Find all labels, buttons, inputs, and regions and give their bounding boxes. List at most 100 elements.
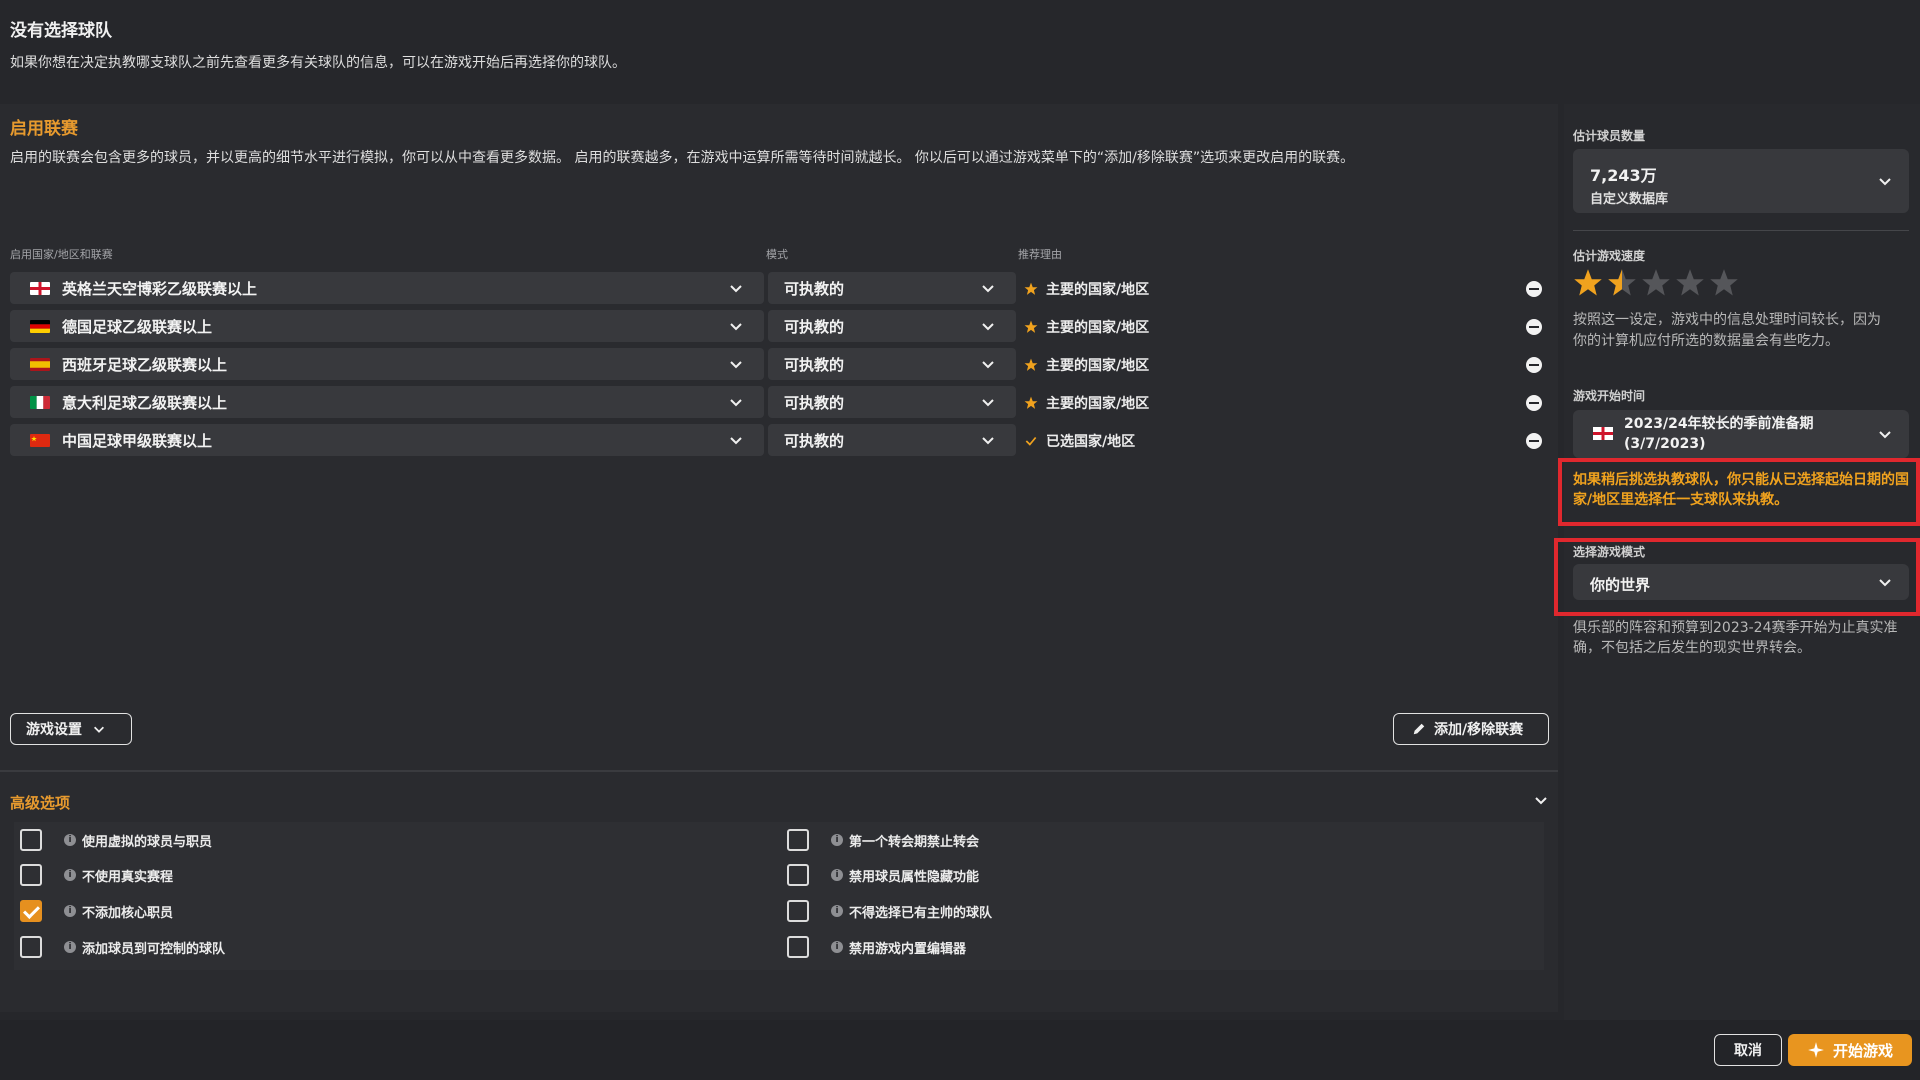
mode-value: 可执教的 <box>784 431 845 450</box>
checkbox[interactable] <box>20 864 42 886</box>
option-label: 不得选择已有主帅的球队 <box>849 905 993 921</box>
option-label: 使用虚拟的球员与职员 <box>82 834 213 850</box>
mode-value: 可执教的 <box>784 355 845 374</box>
league-name: 西班牙足球乙级联赛以上 <box>62 355 228 374</box>
star-icon <box>1024 282 1038 295</box>
checkbox[interactable] <box>787 829 809 851</box>
option-no-real-fixtures[interactable]: i 不使用真实赛程 <box>20 860 173 890</box>
option-label: 添加球员到可控制的球队 <box>82 941 226 957</box>
info-icon: i <box>831 905 843 917</box>
chevron-down-icon <box>730 361 742 369</box>
remove-league-button[interactable] <box>1526 319 1542 335</box>
game-settings-label: 游戏设置 <box>26 722 82 738</box>
reason: 已选国家/地区 <box>1024 431 1135 451</box>
england-flag-icon <box>1593 427 1613 440</box>
league-dropdown[interactable]: 英格兰天空博彩乙级联赛以上 <box>10 272 764 304</box>
players-label: 估计球员数量 <box>1573 129 1646 143</box>
leagues-description: 启用的联赛会包含更多的球员，并以更高的细节水平进行模拟，你可以从中查看更多数据。… <box>10 150 1355 166</box>
star-full-icon <box>1574 269 1602 296</box>
chevron-down-icon <box>1879 178 1891 186</box>
sparkle-icon <box>1808 1042 1824 1058</box>
start-game-button[interactable]: 开始游戏 <box>1788 1034 1912 1066</box>
italy-flag-icon <box>30 395 50 409</box>
option-label: 不添加核心职员 <box>82 905 174 921</box>
chevron-down-icon <box>1879 431 1891 439</box>
option-no-managed-teams[interactable]: i 不得选择已有主帅的球队 <box>787 896 992 926</box>
remove-league-button[interactable] <box>1526 395 1542 411</box>
option-label: 禁用游戏内置编辑器 <box>849 941 967 957</box>
remove-league-button[interactable] <box>1526 281 1542 297</box>
chevron-down-icon <box>982 361 994 369</box>
check-icon <box>1025 436 1037 446</box>
reason-text: 主要的国家/地区 <box>1046 358 1150 374</box>
chevron-down-icon <box>982 437 994 445</box>
option-fake-players[interactable]: i 使用虚拟的球员与职员 <box>20 825 212 855</box>
reason-text: 主要的国家/地区 <box>1046 320 1150 336</box>
option-disable-editor[interactable]: i 禁用游戏内置编辑器 <box>787 932 966 962</box>
checkbox[interactable] <box>787 936 809 958</box>
chevron-down-icon[interactable] <box>1533 792 1549 808</box>
mode-dropdown[interactable]: 可执教的 <box>768 424 1016 456</box>
spain-flag-icon <box>30 357 50 371</box>
checkbox[interactable] <box>20 936 42 958</box>
option-first-window-ban[interactable]: i 第一个转会期禁止转会 <box>787 825 979 855</box>
info-icon: i <box>64 941 76 953</box>
chevron-down-icon <box>982 323 994 331</box>
league-row: 中国足球甲级联赛以上 可执教的 已选国家/地区 <box>10 424 1560 456</box>
start-time-label: 游戏开始时间 <box>1573 389 1646 403</box>
league-name: 德国足球乙级联赛以上 <box>62 317 213 336</box>
game-mode-description: 俱乐部的阵容和预算到2023-24赛季开始为止真实准确，不包括之后发生的现实世界… <box>1573 620 1898 656</box>
star-icon <box>1024 396 1038 409</box>
advanced-options-title: 高级选项 <box>10 794 71 812</box>
game-mode-label: 选择游戏模式 <box>1573 545 1646 559</box>
option-add-players[interactable]: i 添加球员到可控制的球队 <box>20 932 225 962</box>
chevron-down-icon <box>1879 579 1891 587</box>
start-time-value: 2023/24年较长的季前准备期 (3/7/2023) <box>1624 416 1814 452</box>
page-title: 没有选择球队 <box>10 21 112 41</box>
star-empty-icon <box>1642 269 1670 296</box>
add-remove-leagues-button[interactable]: 添加/移除联赛 <box>1393 713 1549 745</box>
star-icon <box>1024 320 1038 333</box>
cancel-button[interactable]: 取消 <box>1714 1034 1782 1066</box>
remove-league-button[interactable] <box>1526 433 1542 449</box>
checkbox[interactable] <box>787 864 809 886</box>
league-name: 中国足球甲级联赛以上 <box>62 431 213 450</box>
option-no-key-staff[interactable]: i 不添加核心职员 <box>20 896 173 926</box>
option-disable-attr-masking[interactable]: i 禁用球员属性隐藏功能 <box>787 860 979 890</box>
game-settings-button[interactable]: 游戏设置 <box>10 713 132 745</box>
reason: 主要的国家/地区 <box>1024 393 1149 413</box>
mode-value: 可执教的 <box>784 317 845 336</box>
chevron-down-icon <box>730 437 742 445</box>
star-empty-icon <box>1676 269 1704 296</box>
league-dropdown[interactable]: 德国足球乙级联赛以上 <box>10 310 764 342</box>
england-flag-icon <box>30 281 50 295</box>
mode-dropdown[interactable]: 可执教的 <box>768 272 1016 304</box>
reason: 主要的国家/地区 <box>1024 355 1149 375</box>
reason-text: 已选国家/地区 <box>1046 434 1136 450</box>
league-dropdown[interactable]: 意大利足球乙级联赛以上 <box>10 386 764 418</box>
speed-description: 按照这一设定，游戏中的信息处理时间较长，因为你的计算机应付所选的数据量会有些吃力… <box>1573 312 1881 349</box>
info-icon: i <box>831 834 843 846</box>
divider <box>1573 230 1909 231</box>
chevron-down-icon <box>982 285 994 293</box>
mode-value: 可执教的 <box>784 279 845 298</box>
page-description: 如果你想在决定执教哪支球队之前先查看更多有关球队的信息，可以在游戏开始后再选择你… <box>10 55 626 71</box>
add-remove-label: 添加/移除联赛 <box>1434 722 1524 738</box>
remove-league-button[interactable] <box>1526 357 1542 373</box>
league-dropdown[interactable]: 西班牙足球乙级联赛以上 <box>10 348 764 380</box>
league-row: 英格兰天空博彩乙级联赛以上 可执教的 主要的国家/地区 <box>10 272 1560 304</box>
mode-dropdown[interactable]: 可执教的 <box>768 310 1016 342</box>
germany-flag-icon <box>30 319 50 333</box>
star-empty-icon <box>1710 269 1738 296</box>
footer-bar <box>0 1020 1920 1080</box>
checkbox[interactable] <box>20 829 42 851</box>
checkbox[interactable] <box>787 900 809 922</box>
mode-dropdown[interactable]: 可执教的 <box>768 348 1016 380</box>
league-row: 西班牙足球乙级联赛以上 可执教的 主要的国家/地区 <box>10 348 1560 380</box>
checkbox-checked[interactable] <box>20 900 42 922</box>
star-half-icon <box>1608 269 1636 296</box>
players-database: 自定义数据库 <box>1590 192 1669 207</box>
info-icon: i <box>64 869 76 881</box>
mode-dropdown[interactable]: 可执教的 <box>768 386 1016 418</box>
league-dropdown[interactable]: 中国足球甲级联赛以上 <box>10 424 764 456</box>
